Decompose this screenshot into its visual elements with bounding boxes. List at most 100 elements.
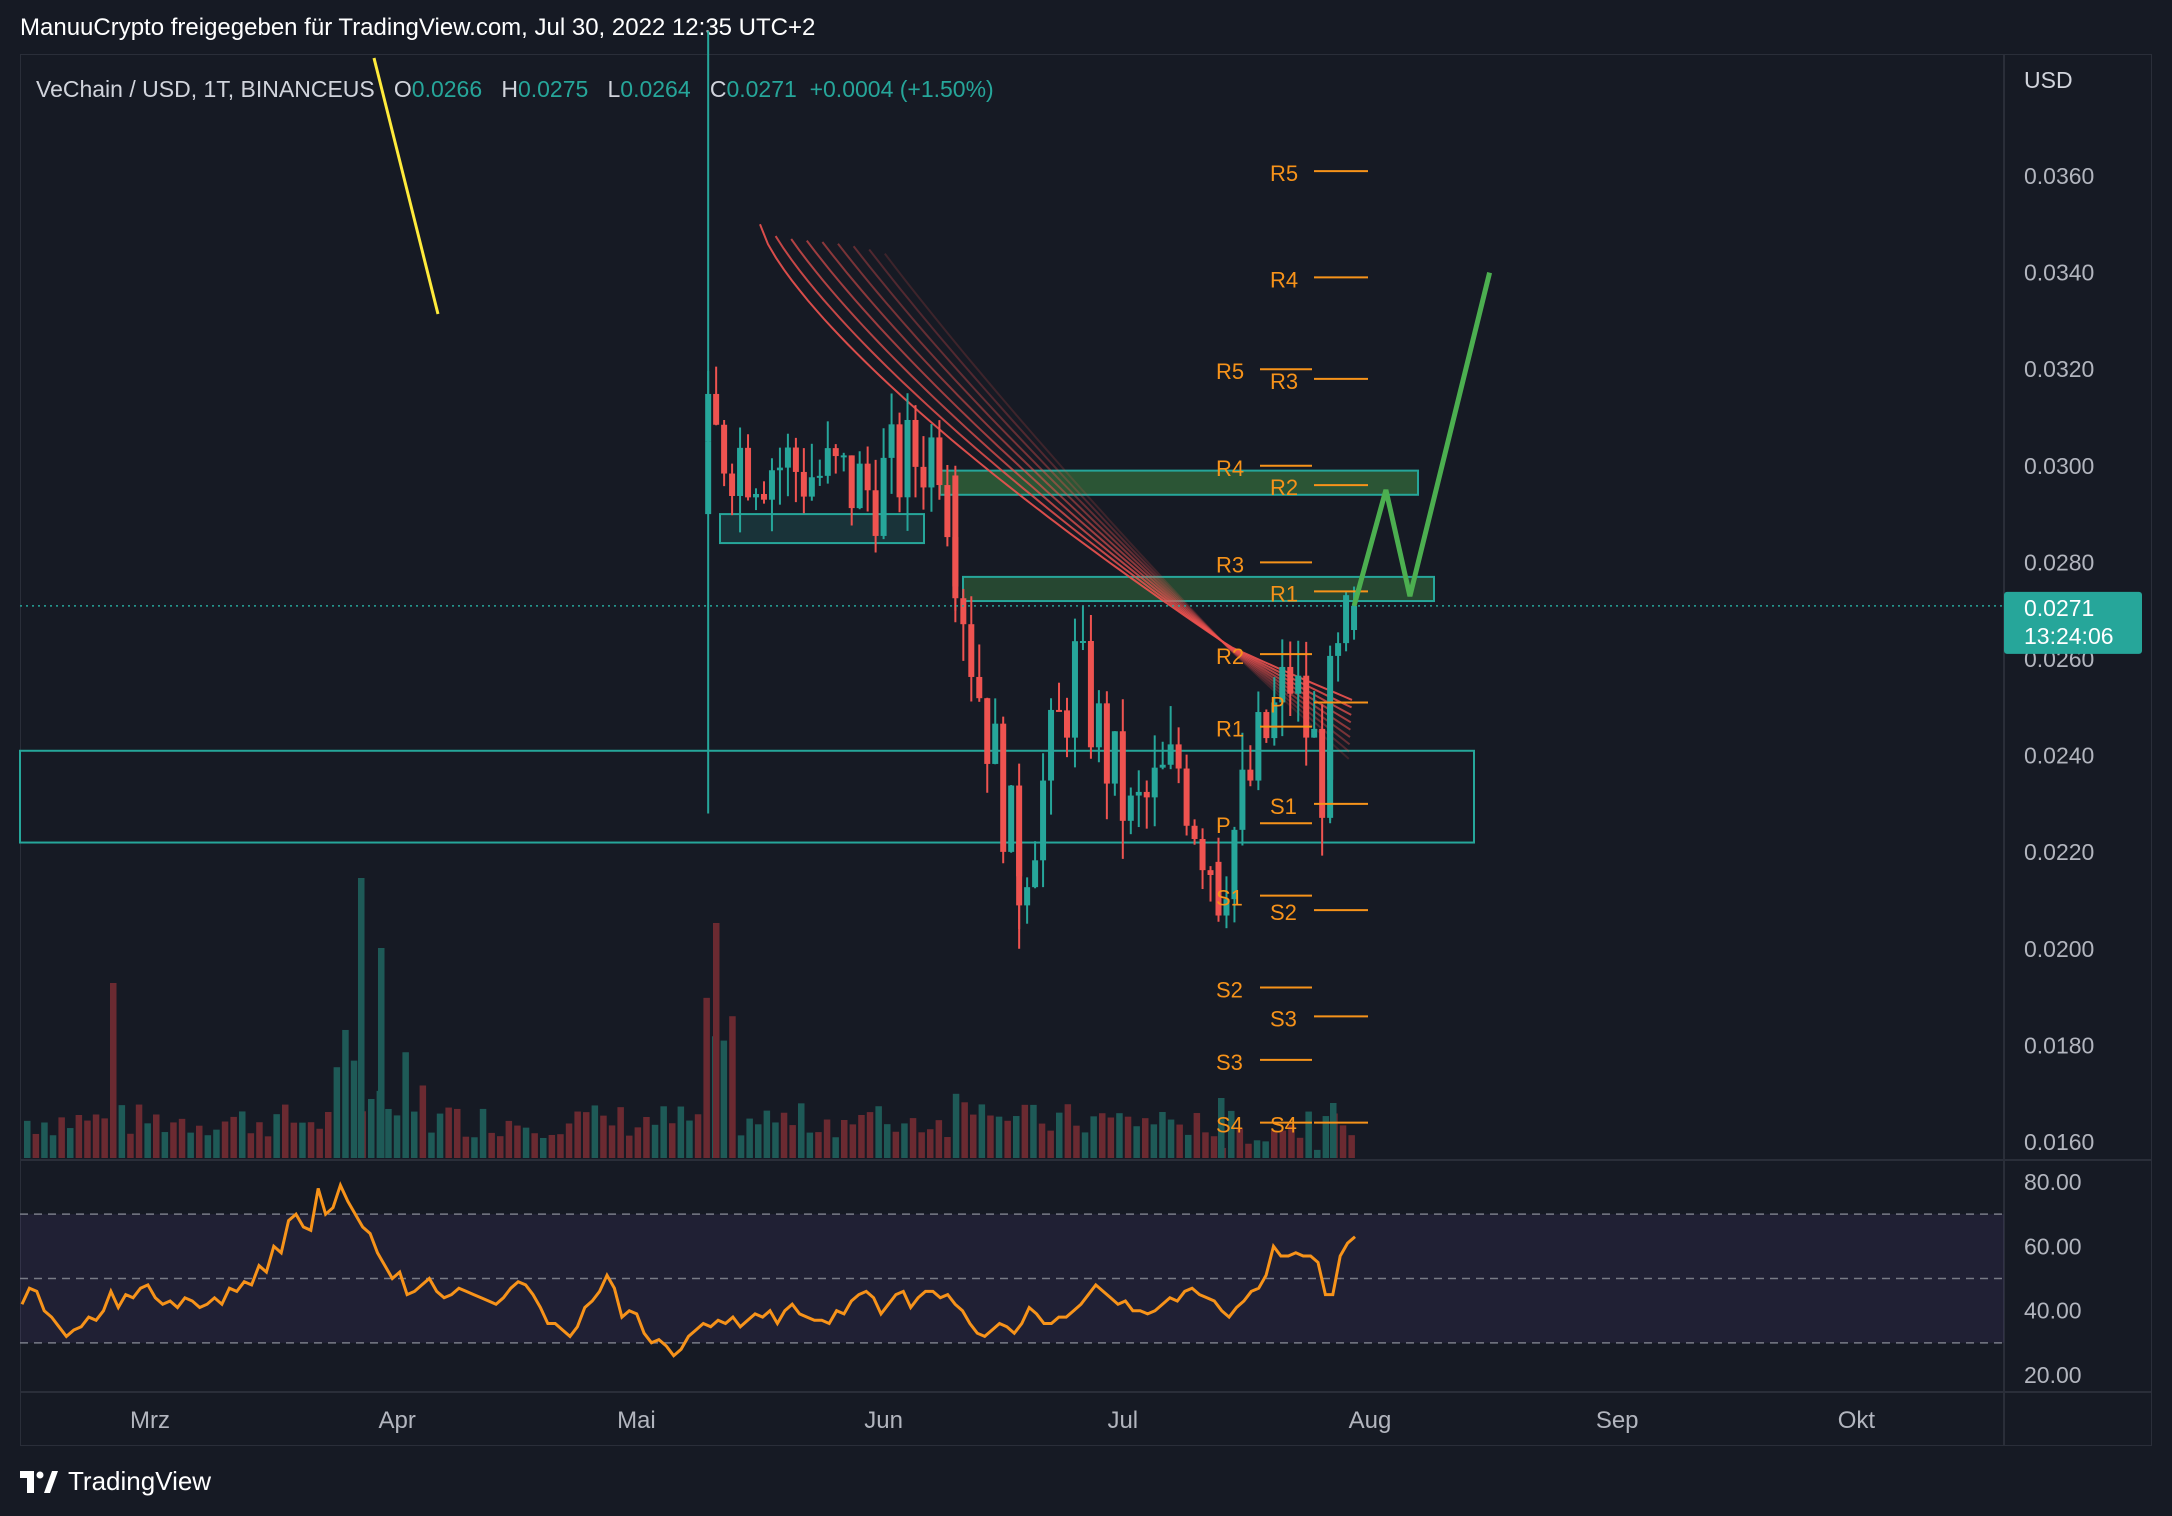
volume-bar: [32, 1133, 40, 1158]
candle-body: [1207, 870, 1214, 876]
candle-body: [880, 457, 887, 536]
volume-bar: [378, 948, 385, 1158]
candle-body: [1087, 640, 1094, 748]
volume-bar: [1081, 1132, 1089, 1158]
volume-bar: [866, 1112, 874, 1158]
volume-bar: [540, 1137, 547, 1158]
candle-body: [816, 475, 823, 478]
low-value: 0.0264: [620, 76, 691, 102]
candle-body: [1303, 675, 1310, 738]
currency-label: USD: [2024, 67, 2073, 93]
pivot-label: P: [1216, 813, 1231, 838]
volume-bar: [1150, 1124, 1158, 1158]
tradingview-brand[interactable]: TradingView: [68, 1466, 211, 1497]
volume-bar: [239, 1111, 246, 1158]
rsi-tick-label: 60.00: [2024, 1233, 2082, 1259]
time-tick-label: Jun: [864, 1407, 903, 1434]
volume-bar: [402, 1052, 409, 1158]
price-tick-label: 0.0300: [2024, 453, 2094, 479]
candle-body: [776, 467, 783, 471]
volume-bar: [221, 1121, 229, 1158]
volume-bar: [325, 1111, 332, 1158]
pivot-label: S2: [1216, 977, 1243, 1002]
volume-bar: [514, 1125, 521, 1158]
volume-bar: [1047, 1130, 1054, 1158]
price-tick-label: 0.0160: [2024, 1129, 2094, 1155]
volume-bar: [333, 1067, 341, 1158]
candle-body: [936, 437, 943, 486]
volume-bar: [1004, 1120, 1011, 1158]
volume-bar: [995, 1116, 1003, 1158]
volume-bar: [763, 1110, 771, 1158]
candle-body: [713, 393, 720, 425]
candle-body: [1063, 710, 1070, 738]
candle-body: [1095, 703, 1102, 748]
candle-body: [768, 470, 775, 500]
candle-body: [872, 490, 879, 536]
volume-bar: [815, 1132, 822, 1158]
volume-bar: [161, 1132, 169, 1158]
pivot-label: S2: [1270, 900, 1297, 925]
volume-bar: [1348, 1135, 1355, 1158]
volume-bar: [110, 983, 117, 1158]
candle-body: [784, 447, 791, 468]
volume-bar: [1330, 1103, 1337, 1158]
volume-bar: [987, 1115, 994, 1158]
candle-body: [1032, 860, 1039, 888]
candle-body: [864, 463, 871, 491]
volume-bar: [651, 1124, 659, 1158]
candle-body: [737, 447, 744, 496]
volume-bar: [196, 1125, 203, 1158]
volume-bar: [230, 1116, 237, 1158]
candle-body: [1247, 769, 1254, 781]
pivot-label: R3: [1270, 369, 1298, 394]
volume-bar: [204, 1135, 212, 1158]
price-tick-label: 0.0240: [2024, 743, 2094, 769]
volume-bar: [789, 1125, 796, 1158]
candle-body: [952, 475, 959, 587]
bar-countdown: 13:24:06: [2024, 623, 2114, 649]
may-range-zone: [719, 513, 925, 545]
volume-bar: [256, 1122, 263, 1158]
last-price-value: 0.0271: [2024, 595, 2094, 621]
candle-body: [1335, 643, 1342, 656]
projection-path: [1351, 272, 1493, 607]
volume-bar: [118, 1105, 126, 1158]
volume-bar: [909, 1118, 917, 1158]
candle-body: [944, 485, 951, 538]
volume-bar: [952, 1093, 960, 1158]
candle-body: [896, 424, 903, 498]
candle-body: [968, 624, 975, 677]
candle-body: [1183, 768, 1190, 826]
volume-bar: [307, 1122, 315, 1158]
symbol-label[interactable]: VeChain / USD, 1T, BINANCEUS: [36, 76, 375, 102]
volume-bar: [49, 1135, 57, 1158]
volume-bar: [1176, 1124, 1183, 1158]
close-value: 0.0271: [726, 76, 797, 102]
volume-bar: [101, 1118, 108, 1158]
volume-bar: [282, 1104, 289, 1158]
tradingview-logo-icon[interactable]: [20, 1470, 58, 1493]
volume-bar: [755, 1124, 762, 1158]
volume-bar: [823, 1119, 831, 1158]
candle-body: [1071, 641, 1078, 738]
candle-body: [1191, 825, 1198, 839]
volume-bar: [686, 1120, 693, 1158]
volume-bar: [41, 1122, 48, 1158]
volume-bar: [342, 1029, 349, 1158]
volume-bar: [832, 1137, 839, 1158]
candle-body: [1239, 769, 1246, 830]
chart-canvas[interactable]: USD0.03600.03400.03200.03000.02800.02600…: [0, 0, 2172, 1516]
time-tick-label: Mai: [617, 1407, 656, 1434]
volume-bar: [178, 1118, 186, 1158]
volume-bar: [1116, 1113, 1123, 1158]
volume-bar: [488, 1132, 495, 1158]
candle-body: [1048, 709, 1055, 781]
high-label: H: [501, 76, 518, 102]
candle-body: [912, 419, 919, 467]
volume-bar: [505, 1120, 513, 1158]
volume-bar: [574, 1111, 581, 1158]
volume-bar: [1202, 1132, 1209, 1158]
volume-bar: [927, 1129, 934, 1158]
volume-bar: [213, 1129, 220, 1158]
